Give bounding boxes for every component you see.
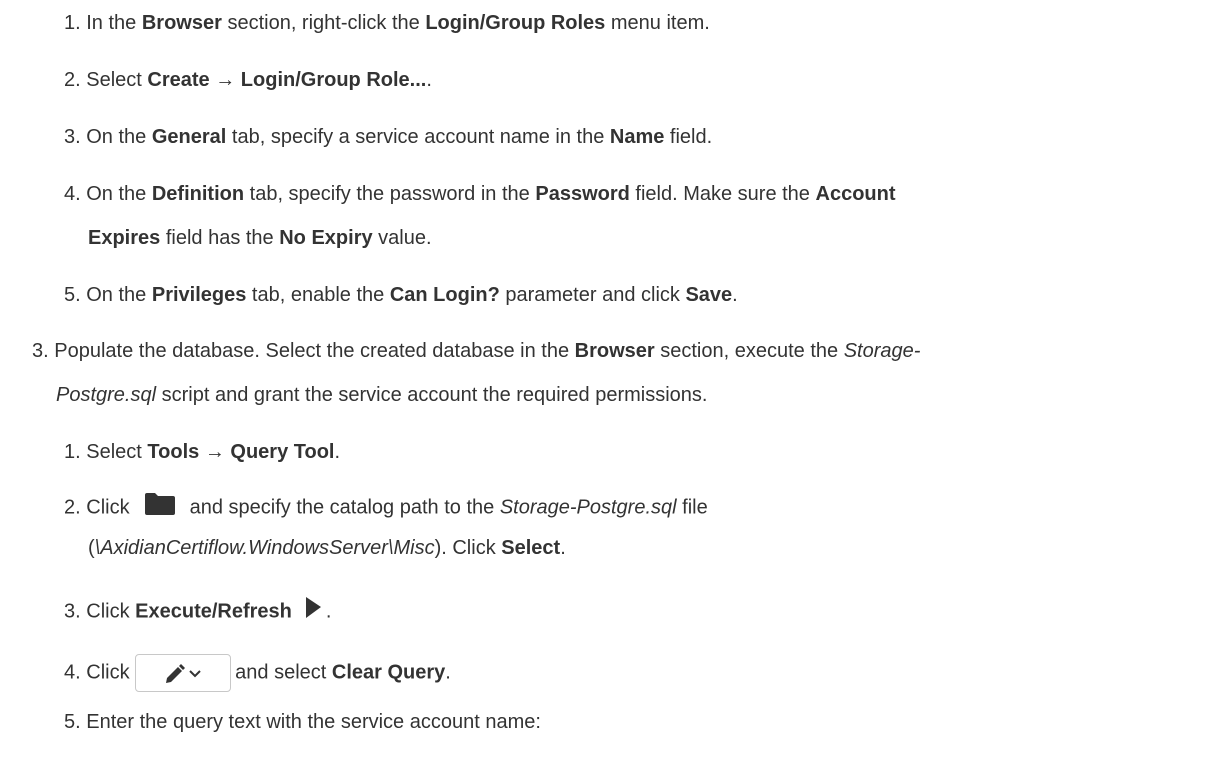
play-icon [304, 596, 322, 628]
list-item: 2. Click and specify the catalog path to … [64, 492, 708, 524]
list-item: 1. Select Tools → Query Tool. [64, 441, 341, 463]
pencil-dropdown-button [135, 654, 232, 692]
list-item-continuation: Expires field has the No Expiry value. [88, 227, 432, 249]
list-item: 5. Enter the query text with the service… [64, 711, 541, 733]
list-item: 3. Click Execute/Refresh. [64, 596, 331, 628]
folder-icon [144, 492, 176, 524]
list-item-continuation: (\AxidianCertiflow.WindowsServer\Misc). … [88, 537, 566, 559]
list-item: 4. On the Definition tab, specify the pa… [64, 183, 896, 205]
list-item: 2. Select Create → Login/Group Role.... [64, 69, 432, 91]
list-item: 4. Click and select Clear Query. [64, 654, 451, 692]
list-item: 1. In the Browser section, right-click t… [64, 12, 710, 34]
pencil-dropdown-icon [166, 664, 201, 683]
list-item: 5. On the Privileges tab, enable the Can… [64, 284, 738, 306]
list-item: 3. On the General tab, specify a service… [64, 126, 713, 148]
list-item: 3. Populate the database. Select the cre… [32, 340, 921, 362]
list-item-continuation: Postgre.sql script and grant the service… [56, 384, 708, 406]
